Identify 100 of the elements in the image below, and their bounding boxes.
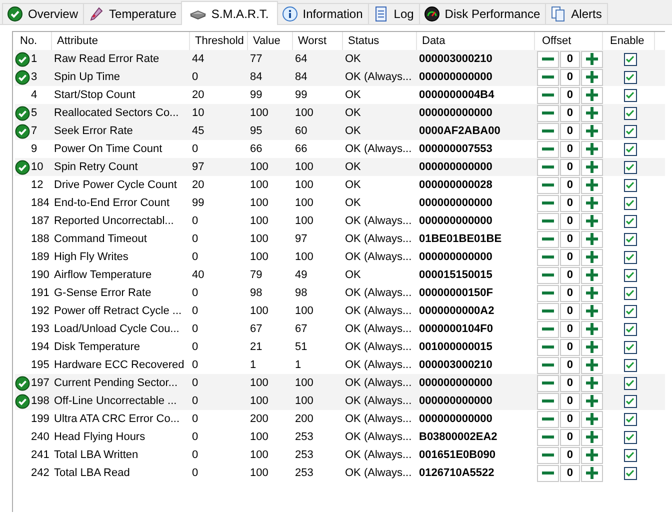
tab[interactable]: Information (276, 3, 369, 24)
increment-button[interactable] (581, 266, 603, 284)
increment-button[interactable] (581, 356, 603, 374)
checkbox[interactable] (624, 52, 636, 66)
increment-button[interactable] (581, 248, 603, 266)
decrement-button[interactable] (537, 212, 559, 230)
increment-button[interactable] (581, 320, 603, 338)
checkbox[interactable] (624, 286, 636, 300)
table-row[interactable]: 10 Spin Retry Count 97 100 100 OK 000000000000 0 (15, 158, 665, 176)
increment-button[interactable] (581, 284, 603, 302)
tab[interactable]: S.M.A.R.T. (181, 1, 278, 25)
offset-field[interactable]: 0 (560, 410, 580, 428)
table-row[interactable]: 198 Off-Line Uncorrectable ... 0 100 100 OK (Always... 000000000000 0 (15, 392, 665, 410)
tab[interactable]: Temperature (83, 3, 182, 24)
tab[interactable]: Overview (2, 3, 84, 24)
decrement-button[interactable] (537, 356, 559, 374)
increment-button[interactable] (581, 140, 603, 158)
increment-button[interactable] (581, 176, 603, 194)
table-row[interactable]: 197 Current Pending Sector... 0 100 100 OK (Always... 000000000000 0 (15, 374, 665, 392)
decrement-button[interactable] (537, 194, 559, 212)
checkbox[interactable] (624, 394, 636, 408)
decrement-button[interactable] (537, 266, 559, 284)
increment-button[interactable] (581, 122, 603, 140)
checkbox[interactable] (624, 376, 636, 390)
checkbox[interactable] (624, 448, 636, 462)
offset-field[interactable]: 0 (560, 68, 580, 86)
decrement-button[interactable] (537, 410, 559, 428)
checkbox[interactable] (624, 106, 636, 120)
checkbox[interactable] (624, 304, 636, 318)
offset-field[interactable]: 0 (560, 212, 580, 230)
offset-field[interactable]: 0 (560, 302, 580, 320)
checkbox[interactable] (624, 160, 636, 174)
tab[interactable]: Alerts (545, 3, 608, 24)
offset-field[interactable]: 0 (560, 50, 580, 68)
increment-button[interactable] (581, 50, 603, 68)
checkbox[interactable] (624, 412, 636, 426)
decrement-button[interactable] (537, 446, 559, 464)
increment-button[interactable] (581, 230, 603, 248)
offset-field[interactable]: 0 (560, 464, 580, 482)
checkbox[interactable] (624, 142, 636, 156)
decrement-button[interactable] (537, 68, 559, 86)
increment-button[interactable] (581, 446, 603, 464)
decrement-button[interactable] (537, 176, 559, 194)
offset-field[interactable]: 0 (560, 428, 580, 446)
decrement-button[interactable] (537, 86, 559, 104)
checkbox[interactable] (624, 196, 636, 210)
offset-field[interactable]: 0 (560, 266, 580, 284)
checkbox[interactable] (624, 340, 636, 354)
offset-field[interactable]: 0 (560, 320, 580, 338)
decrement-button[interactable] (537, 158, 559, 176)
table-row[interactable]: 7 Seek Error Rate 45 95 60 OK 0000AF2ABA00 0 (15, 122, 665, 140)
decrement-button[interactable] (537, 140, 559, 158)
checkbox[interactable] (624, 466, 636, 480)
decrement-button[interactable] (537, 392, 559, 410)
increment-button[interactable] (581, 86, 603, 104)
increment-button[interactable] (581, 194, 603, 212)
increment-button[interactable] (581, 302, 603, 320)
increment-button[interactable] (581, 392, 603, 410)
increment-button[interactable] (581, 158, 603, 176)
offset-field[interactable]: 0 (560, 86, 580, 104)
table-row[interactable]: 3 Spin Up Time 0 84 84 OK (Always... 000000000000 0 (15, 68, 665, 86)
checkbox[interactable] (624, 88, 636, 102)
checkbox[interactable] (624, 232, 636, 246)
checkbox[interactable] (624, 430, 636, 444)
decrement-button[interactable] (537, 302, 559, 320)
increment-button[interactable] (581, 338, 603, 356)
checkbox[interactable] (624, 358, 636, 372)
offset-field[interactable]: 0 (560, 356, 580, 374)
decrement-button[interactable] (537, 338, 559, 356)
tab[interactable]: Disk Performance (418, 3, 546, 24)
offset-field[interactable]: 0 (560, 158, 580, 176)
decrement-button[interactable] (537, 464, 559, 482)
increment-button[interactable] (581, 428, 603, 446)
decrement-button[interactable] (537, 284, 559, 302)
table-row[interactable]: 1 Raw Read Error Rate 44 77 64 OK 000003000210 0 (15, 50, 665, 68)
offset-field[interactable]: 0 (560, 338, 580, 356)
checkbox[interactable] (624, 178, 636, 192)
decrement-button[interactable] (537, 230, 559, 248)
checkbox[interactable] (624, 322, 636, 336)
increment-button[interactable] (581, 464, 603, 482)
checkbox[interactable] (624, 250, 636, 264)
offset-field[interactable]: 0 (560, 194, 580, 212)
offset-field[interactable]: 0 (560, 392, 580, 410)
decrement-button[interactable] (537, 50, 559, 68)
increment-button[interactable] (581, 410, 603, 428)
checkbox[interactable] (624, 268, 636, 282)
checkbox[interactable] (624, 70, 636, 84)
checkbox[interactable] (624, 124, 636, 138)
increment-button[interactable] (581, 212, 603, 230)
decrement-button[interactable] (537, 122, 559, 140)
tab[interactable]: Log (368, 3, 420, 24)
increment-button[interactable] (581, 104, 603, 122)
decrement-button[interactable] (537, 104, 559, 122)
decrement-button[interactable] (537, 320, 559, 338)
checkbox[interactable] (624, 214, 636, 228)
offset-field[interactable]: 0 (560, 284, 580, 302)
offset-field[interactable]: 0 (560, 446, 580, 464)
increment-button[interactable] (581, 68, 603, 86)
decrement-button[interactable] (537, 428, 559, 446)
increment-button[interactable] (581, 374, 603, 392)
